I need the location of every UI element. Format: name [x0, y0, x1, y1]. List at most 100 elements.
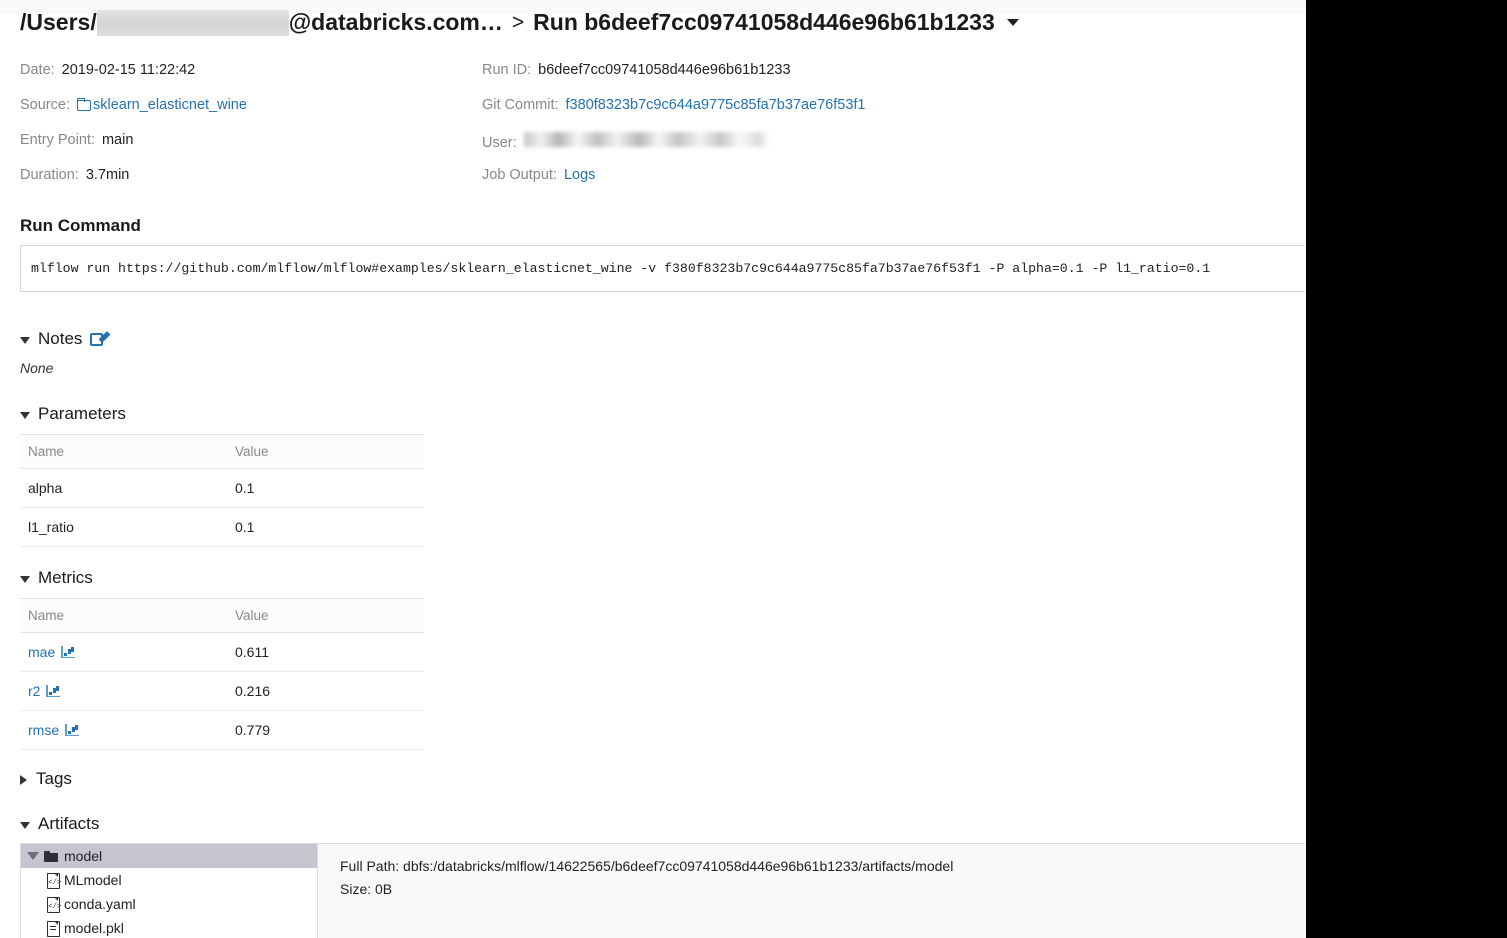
notes-body: None — [20, 360, 54, 376]
source-link[interactable]: sklearn_elasticnet_wine — [93, 97, 247, 113]
table-row: mae 0.611 — [20, 632, 424, 672]
size-label: Size: — [340, 881, 372, 897]
parameter-value: 0.1 — [227, 507, 424, 547]
chevron-down-icon[interactable] — [27, 852, 39, 860]
user-label: User: — [482, 135, 517, 151]
user-field: User: — [482, 132, 769, 151]
job-output-logs-link[interactable]: Logs — [564, 167, 595, 183]
metric-value: 0.216 — [227, 671, 424, 711]
page-title: Run b6deef7cc09741058d446e96b61b1233 — [533, 9, 995, 35]
artifacts-pane: model </> MLmodel </> conda.yaml model.p… — [20, 843, 1305, 938]
list-item[interactable]: model — [21, 844, 317, 868]
artifact-name: model.pkl — [64, 920, 124, 936]
entry-point-field: Entry Point: main — [20, 132, 482, 148]
code-file-icon: </> — [47, 897, 61, 913]
artifacts-section-header[interactable]: Artifacts — [20, 814, 99, 834]
edit-icon[interactable] — [90, 330, 111, 347]
table-row: alpha 0.1 — [20, 468, 424, 508]
list-item[interactable]: model.pkl — [21, 916, 317, 938]
notes-label: Notes — [38, 329, 83, 348]
date-label: Date: — [20, 62, 55, 78]
metrics-section-header[interactable]: Metrics — [20, 568, 93, 588]
artifacts-label: Artifacts — [38, 814, 100, 833]
table-header-row: Name Value — [20, 434, 424, 469]
parameter-value: 0.1 — [227, 468, 424, 508]
chevron-down-icon — [20, 821, 30, 829]
line-chart-icon[interactable] — [61, 646, 76, 658]
file-icon — [47, 921, 60, 937]
git-commit-link[interactable]: f380f8323b7c9c644a9775c85fa7b37ae76f53f1 — [566, 97, 866, 113]
tags-section-header[interactable]: Tags — [20, 769, 72, 789]
run-command-text: mlflow run https://github.com/mlflow/mlf… — [31, 261, 1211, 276]
breadcrumb-separator: > — [511, 10, 525, 34]
table-row: r2 0.216 — [20, 671, 424, 711]
parameters-table: Name Value alpha 0.1 l1_ratio 0.1 — [20, 434, 424, 547]
run-detail-page: /Users/ @databricks.com… > Run b6deef7cc0… — [0, 0, 1306, 938]
line-chart-icon[interactable] — [46, 685, 61, 697]
folder-icon — [76, 98, 91, 111]
job-output-field: Job Output: Logs — [482, 167, 595, 183]
metric-name-cell: mae — [20, 632, 227, 672]
caret-down-icon[interactable] — [1006, 19, 1019, 26]
source-field: Source: sklearn_elasticnet_wine — [20, 97, 482, 113]
entry-point-label: Entry Point: — [20, 132, 95, 148]
column-header-value: Value — [227, 598, 424, 633]
date-value: 2019-02-15 11:22:42 — [61, 62, 196, 78]
breadcrumb-domain-suffix[interactable]: @databricks.com… — [289, 9, 503, 36]
run-command-title: Run Command — [20, 216, 141, 235]
table-row: rmse 0.779 — [20, 710, 424, 750]
size-value: 0B — [375, 881, 393, 897]
artifact-tree: model </> MLmodel </> conda.yaml model.p… — [21, 844, 318, 938]
git-commit-label: Git Commit: — [482, 97, 559, 113]
artifact-size: Size: 0B — [340, 881, 1305, 897]
metric-name-cell: r2 — [20, 671, 227, 711]
metric-name-cell: rmse — [20, 710, 227, 750]
tags-label: Tags — [36, 769, 72, 788]
entry-point-value: main — [101, 132, 134, 148]
run-metadata: Date: 2019-02-15 11:22:42 Run ID: b6deef… — [20, 62, 1290, 202]
source-label: Source: — [20, 97, 70, 113]
run-id-field: Run ID: b6deef7cc09741058d446e96b61b1233 — [482, 62, 791, 78]
duration-label: Duration: — [20, 167, 79, 183]
duration-field: Duration: 3.7min — [20, 167, 482, 183]
artifact-full-path: Full Path: dbfs:/databricks/mlflow/14622… — [340, 858, 1305, 874]
artifact-info-panel: Full Path: dbfs:/databricks/mlflow/14622… — [318, 844, 1305, 938]
parameter-name: l1_ratio — [20, 507, 227, 547]
metrics-label: Metrics — [38, 568, 93, 587]
column-header-name: Name — [20, 434, 227, 469]
notes-section-header[interactable]: Notes — [20, 329, 111, 349]
date-field: Date: 2019-02-15 11:22:42 — [20, 62, 482, 78]
list-item[interactable]: </> conda.yaml — [21, 892, 317, 916]
run-command-box[interactable]: mlflow run https://github.com/mlflow/mlf… — [20, 245, 1305, 292]
code-file-icon: </> — [47, 873, 61, 889]
folder-icon — [44, 850, 58, 862]
artifact-name: model — [64, 848, 103, 864]
chevron-down-icon — [20, 411, 30, 419]
metric-link-rmse[interactable]: rmse — [28, 722, 59, 738]
full-path-label: Full Path: — [340, 858, 400, 874]
run-id-value: b6deef7cc09741058d446e96b61b1233 — [538, 62, 791, 78]
full-path-value: dbfs:/databricks/mlflow/14622565/b6deef7… — [403, 858, 954, 874]
metric-link-r2[interactable]: r2 — [28, 683, 40, 699]
metric-link-mae[interactable]: mae — [28, 644, 55, 660]
breadcrumb: /Users/ @databricks.com… > Run b6deef7cc0… — [20, 9, 1019, 36]
line-chart-icon[interactable] — [65, 724, 80, 736]
redacted-user-email — [523, 132, 769, 147]
metrics-table: Name Value mae 0.611 r2 0.216 rmse 0.779 — [20, 598, 424, 750]
parameter-name: alpha — [20, 468, 227, 508]
metric-value: 0.779 — [227, 710, 424, 750]
redacted-username — [96, 9, 289, 36]
screenshot-blackout-area — [1306, 0, 1507, 938]
column-header-name: Name — [20, 598, 227, 633]
artifact-name: MLmodel — [64, 872, 122, 888]
breadcrumb-path-prefix: /Users/ — [20, 9, 97, 35]
chevron-right-icon — [20, 774, 27, 785]
column-header-value: Value — [227, 434, 424, 469]
parameters-section-header[interactable]: Parameters — [20, 404, 126, 424]
duration-value: 3.7min — [85, 167, 130, 183]
list-item[interactable]: </> MLmodel — [21, 868, 317, 892]
meta-row-2: Source: sklearn_elasticnet_wine Git Comm… — [20, 97, 1290, 132]
metric-value: 0.611 — [227, 632, 424, 672]
parameters-label: Parameters — [38, 404, 126, 423]
job-output-label: Job Output: — [482, 167, 557, 183]
